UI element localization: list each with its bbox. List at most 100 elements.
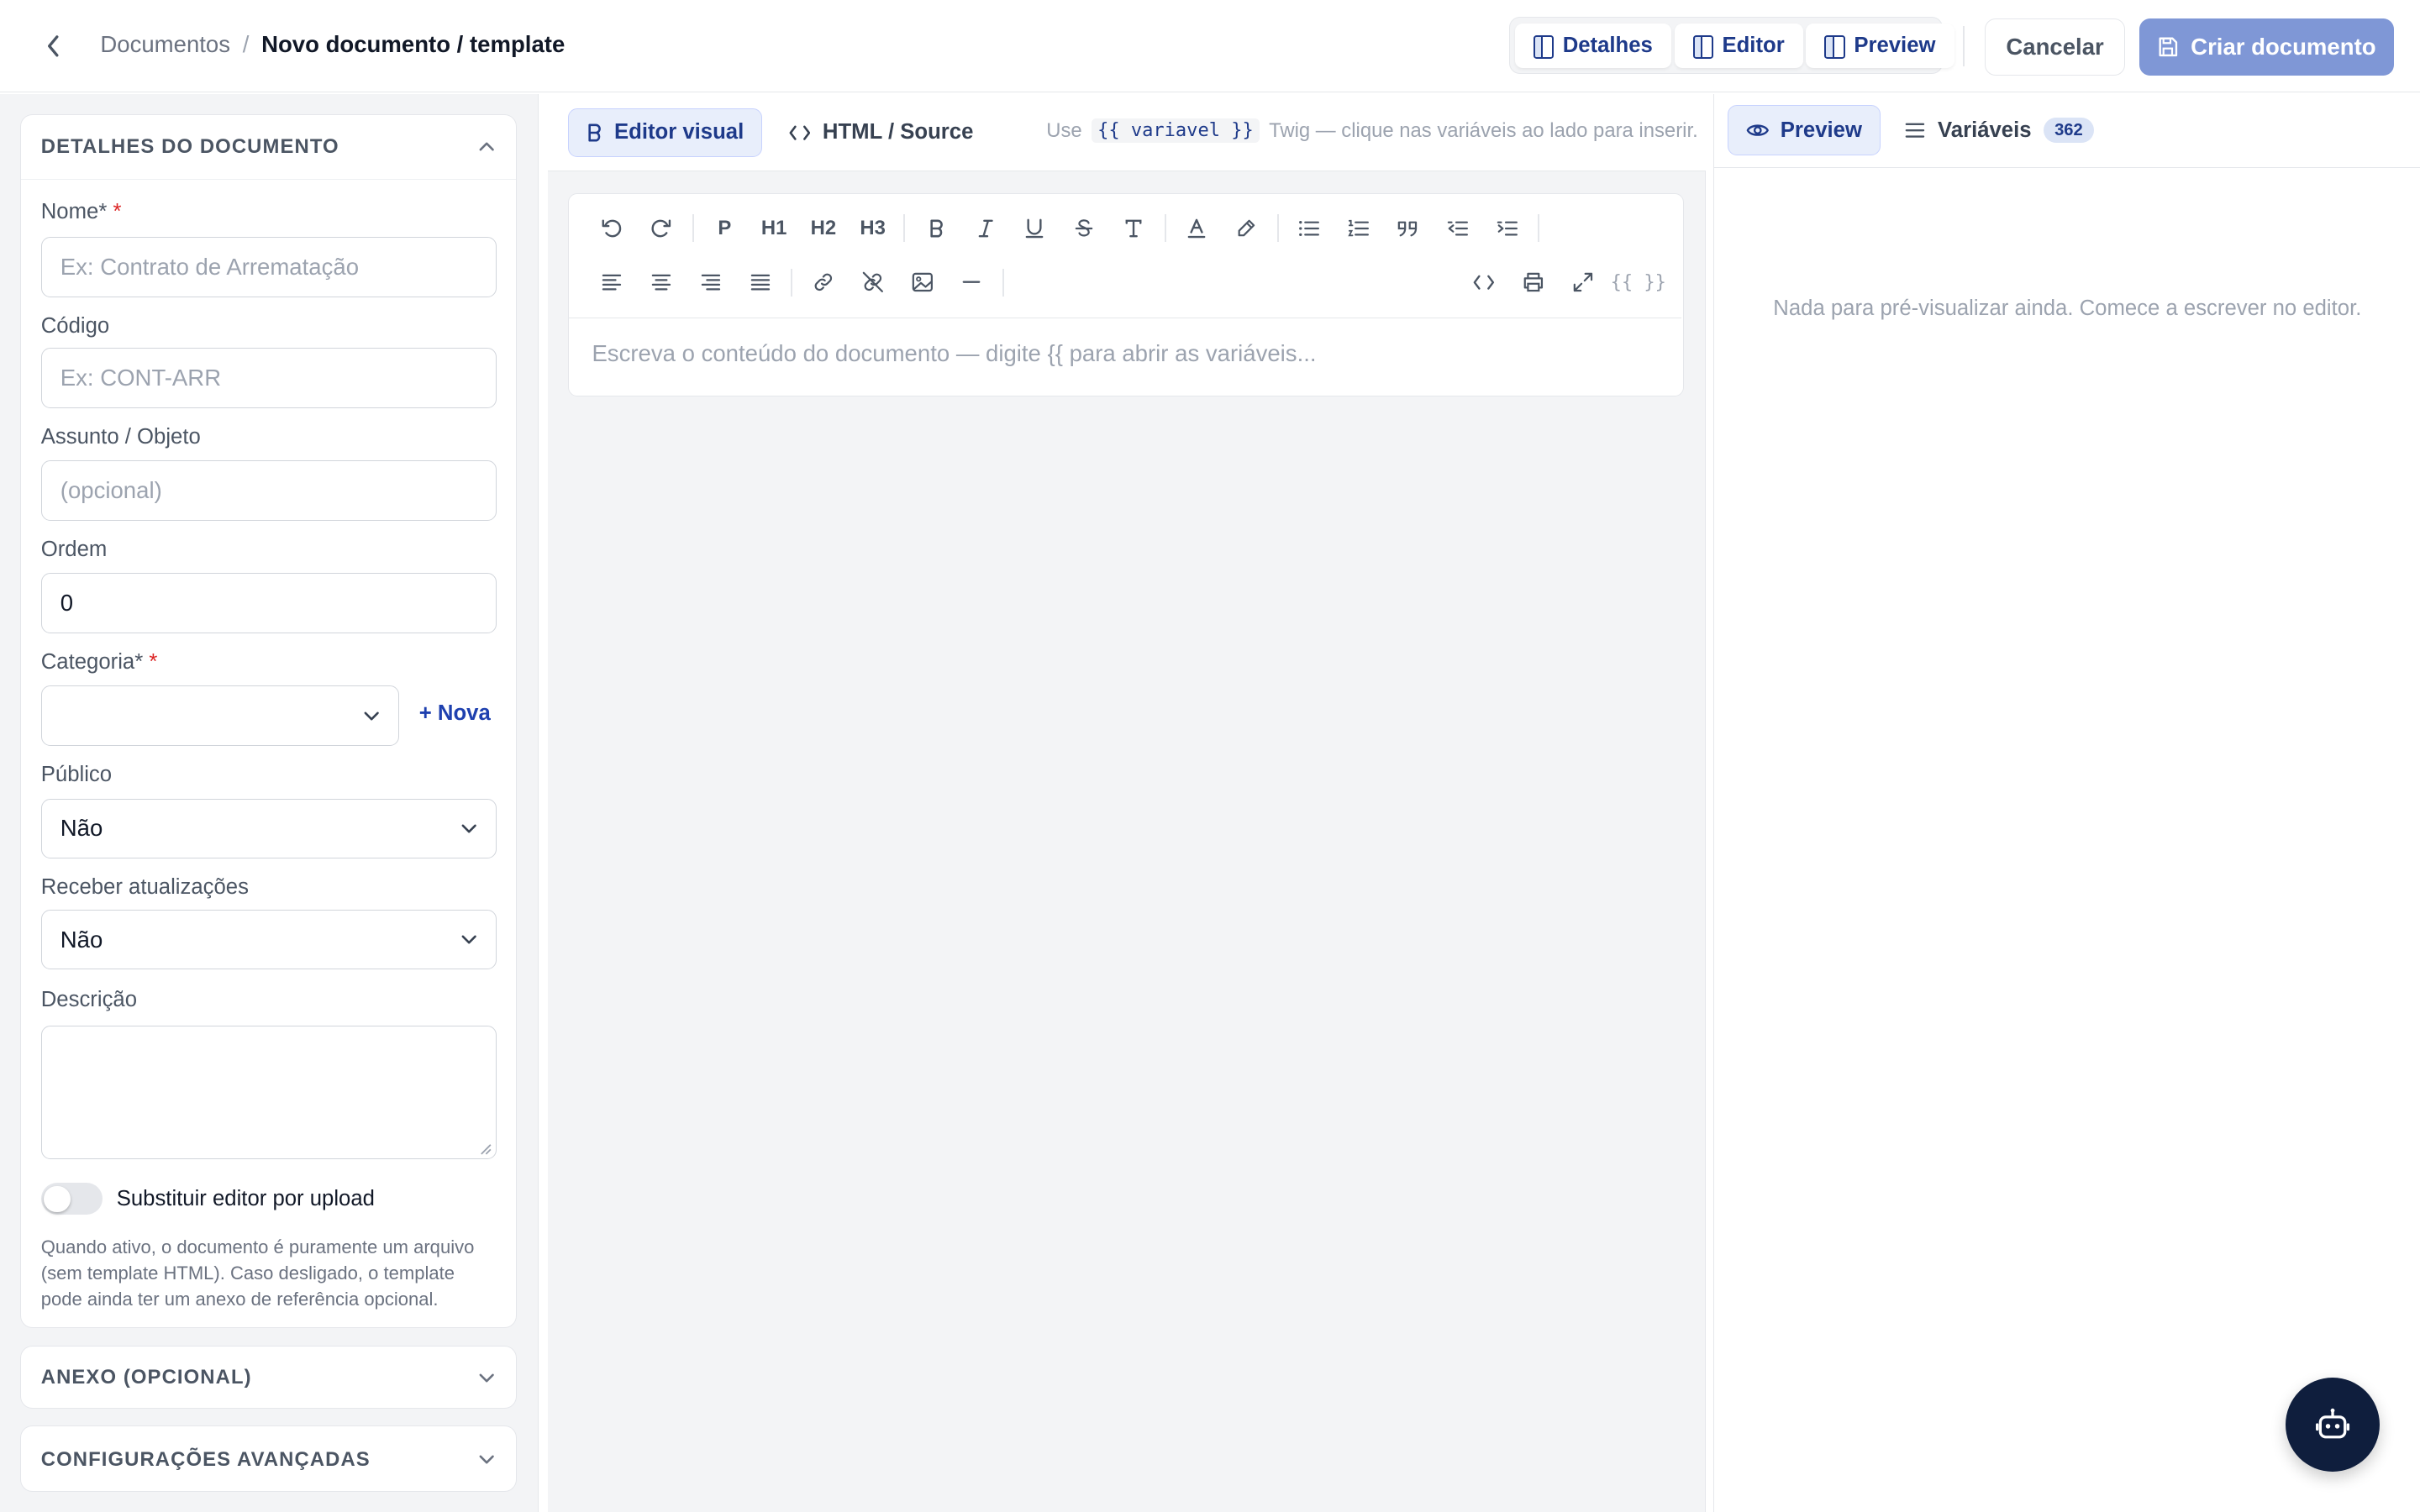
nome-input[interactable]	[40, 237, 497, 297]
bold-icon[interactable]	[912, 207, 961, 249]
tab-editor-visual[interactable]: Editor visual	[567, 108, 763, 158]
toolbar-divider	[791, 268, 793, 297]
nome-label-text: Nome*	[40, 199, 108, 223]
italic-icon[interactable]	[960, 207, 1010, 249]
link-icon[interactable]	[799, 260, 849, 303]
toolbar-right-group: {{ }}	[1460, 255, 1670, 309]
unlink-icon[interactable]	[848, 260, 897, 303]
toolbar-divider	[1002, 268, 1004, 297]
text-color-icon[interactable]	[1172, 207, 1222, 249]
cancel-button[interactable]: Cancelar	[1984, 18, 2126, 76]
undo-icon[interactable]	[587, 207, 637, 249]
breadcrumb-documentos[interactable]: Documentos	[100, 31, 230, 58]
tab-html-source-label: HTML / Source	[822, 120, 974, 144]
view-editor-button[interactable]: Editor	[1674, 23, 1803, 68]
categoria-label: Categoria* *	[41, 650, 158, 675]
align-left-icon[interactable]	[587, 260, 637, 303]
tab-preview-label: Preview	[1780, 118, 1862, 142]
upload-toggle-label: Substituir editor por upload	[116, 1186, 375, 1210]
save-icon	[2157, 36, 2179, 58]
paragraph-button[interactable]: P	[700, 207, 750, 249]
chevron-down-icon	[364, 711, 380, 721]
twig-hint-code: {{ variavel }}	[1091, 118, 1260, 144]
view-preview-button[interactable]: Preview	[1806, 23, 1954, 68]
assunto-label: Assunto / Objeto	[40, 425, 201, 449]
upload-toggle[interactable]	[40, 1182, 103, 1215]
details-panel: DETALHES DO DOCUMENTO Nome* * Código Ass…	[0, 94, 539, 1512]
ordem-label: Ordem	[40, 538, 108, 562]
tab-html-source[interactable]: HTML / Source	[776, 108, 986, 158]
view-mode-toggle: Detalhes Editor Preview	[1509, 17, 1954, 75]
tab-preview[interactable]: Preview	[1728, 104, 1881, 156]
ordem-input[interactable]	[40, 573, 497, 634]
rich-text-editor: P H1 H2 H3 {{}} Escreva o conteúdo do d…	[567, 192, 1684, 397]
create-document-button[interactable]: Criar documento	[2139, 18, 2394, 76]
redo-icon[interactable]	[637, 207, 687, 249]
code-icon	[789, 125, 811, 140]
receber-atualizacoes-select[interactable]: Não	[40, 909, 497, 970]
list-icon	[1905, 123, 1925, 138]
nova-categoria-link[interactable]: + Nova	[419, 701, 491, 726]
anexo-section-title: ANEXO (OPCIONAL)	[40, 1366, 252, 1389]
align-center-icon[interactable]	[637, 260, 687, 303]
view-editor-label: Editor	[1722, 33, 1785, 57]
heading-2-button[interactable]: H2	[799, 207, 849, 249]
chevron-down-icon	[461, 935, 476, 944]
details-section-title: DETALHES DO DOCUMENTO	[40, 134, 339, 158]
toolbar-divider	[903, 214, 906, 243]
details-section-header[interactable]: DETALHES DO DOCUMENTO	[20, 115, 517, 181]
source-code-icon[interactable]	[1460, 260, 1509, 303]
anexo-section[interactable]: ANEXO (OPCIONAL)	[19, 1345, 518, 1410]
heading-3-button[interactable]: H3	[848, 207, 897, 249]
fullscreen-icon[interactable]	[1558, 260, 1607, 303]
twig-hint-prefix: Use	[1046, 118, 1082, 142]
descricao-textarea[interactable]	[40, 1025, 497, 1160]
assunto-input[interactable]	[40, 460, 497, 521]
categoria-select[interactable]	[40, 685, 399, 747]
print-icon[interactable]	[1508, 260, 1558, 303]
align-right-icon[interactable]	[686, 260, 735, 303]
underline-icon[interactable]	[1010, 207, 1060, 249]
blockquote-icon[interactable]	[1383, 207, 1433, 249]
image-icon[interactable]	[897, 260, 947, 303]
outdent-icon[interactable]	[1433, 207, 1482, 249]
heading-1-button[interactable]: H1	[750, 207, 799, 249]
upload-help-text: Quando ativo, o documento é puramente um…	[40, 1236, 475, 1310]
tab-variables[interactable]: Variáveis 362	[1905, 105, 2094, 156]
ordered-list-icon[interactable]	[1334, 207, 1384, 249]
toolbar-divider	[1164, 214, 1166, 243]
chevron-down-icon	[477, 1451, 496, 1469]
breadcrumb: Documentos / Novo documento / template	[100, 31, 565, 58]
robot-icon	[2314, 1406, 2351, 1443]
view-detalhes-button[interactable]: Detalhes	[1514, 23, 1671, 68]
indent-icon[interactable]	[1482, 207, 1532, 249]
publico-select[interactable]: Não	[40, 798, 497, 859]
receber-atualizacoes-value: Não	[60, 926, 103, 953]
bold-b-icon	[587, 123, 602, 142]
nome-label: Nome* *	[41, 200, 122, 224]
configuracoes-avancadas-header[interactable]: CONFIGURAÇÕES AVANÇADAS	[21, 1426, 516, 1493]
strikethrough-icon[interactable]	[1060, 207, 1109, 249]
tab-variables-label: Variáveis	[1938, 118, 2032, 142]
assistant-bot-button[interactable]	[2286, 1378, 2381, 1473]
editor-panel: Editor visual HTML / Source Use {{ varia…	[548, 94, 1706, 1512]
codigo-input[interactable]	[40, 348, 497, 408]
upload-toggle-row: Substituir editor por upload	[40, 1182, 375, 1215]
align-justify-icon[interactable]	[735, 260, 785, 303]
resize-handle-icon[interactable]	[480, 1143, 492, 1156]
preview-empty-message: Nada para pré-visualizar ainda. Comece a…	[1773, 296, 2362, 320]
tab-editor-visual-label: Editor visual	[613, 120, 744, 144]
editor-placeholder[interactable]: Escreva o conteúdo do documento — digite…	[592, 340, 1316, 367]
bullet-list-icon[interactable]	[1285, 207, 1334, 249]
back-arrow-icon[interactable]	[37, 28, 71, 65]
clear-format-icon[interactable]	[1109, 207, 1159, 249]
insert-variable-button[interactable]: {{ }}	[1607, 260, 1669, 303]
chevron-down-icon	[477, 1368, 496, 1387]
configuracoes-avancadas-section[interactable]: CONFIGURAÇÕES AVANÇADAS	[19, 1425, 518, 1493]
app-root: Documentos / Novo documento / template D…	[0, 0, 2420, 1512]
highlighter-icon[interactable]	[1222, 207, 1271, 249]
horizontal-rule-icon[interactable]	[947, 260, 997, 303]
anexo-section-header[interactable]: ANEXO (OPCIONAL)	[21, 1347, 516, 1410]
configuracoes-avancadas-title: CONFIGURAÇÕES AVANÇADAS	[40, 1447, 371, 1471]
nome-required-mark: *	[113, 199, 122, 223]
